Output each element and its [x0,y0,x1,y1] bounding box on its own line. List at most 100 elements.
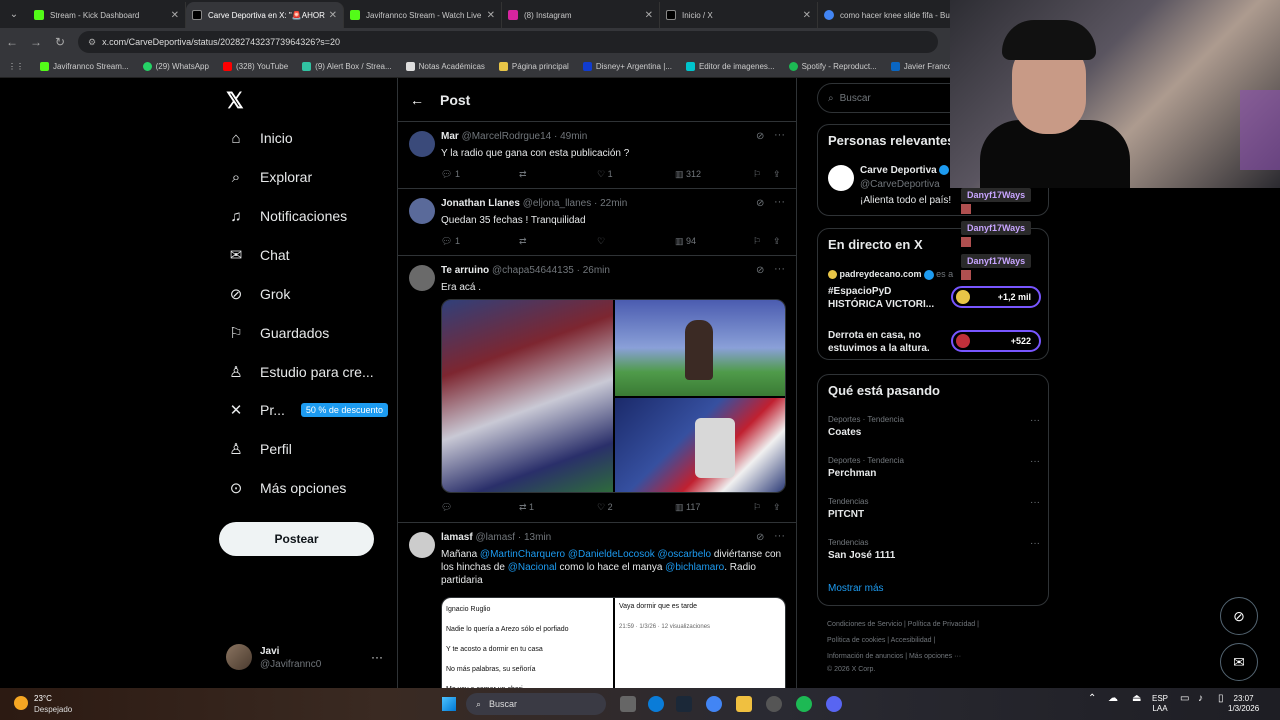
screenshot-image[interactable]: Ignacio Ruglio Nadie lo quería a Arezo s… [442,598,613,688]
nav-profile[interactable]: ♙ Perfil [226,434,292,464]
grok-icon[interactable]: ⊘ [756,198,764,209]
footer-links[interactable]: Política de cookies | Accesibilidad | [827,637,935,644]
views-icon[interactable]: ▥ 312 [675,169,701,180]
close-icon[interactable]: ✕ [329,10,337,21]
reply-icon[interactable]: 💬︎ 1 [441,169,460,180]
avatar[interactable] [409,265,435,291]
bookmark-item[interactable]: Disney+ Argentina |... [582,62,672,71]
repost-icon[interactable]: ⇄ 1 [519,502,534,513]
mention-link[interactable]: @bichlamaro [665,562,724,573]
more-icon[interactable]: ··· [1030,497,1040,508]
reply-item[interactable]: Te arruino @chapa54644135 · 26min ⊘ ··· … [398,257,796,523]
weather-widget[interactable]: 23°C Despejado [14,692,94,716]
reload-icon[interactable]: ↻ [48,35,72,49]
mention-link[interactable]: @DanieldeLocosok [568,549,655,560]
reply-item[interactable]: lamasf @lamasf · 13min ⊘ ··· Mañana @Mar… [398,524,796,688]
close-icon[interactable]: ✕ [487,10,495,21]
tab-search-button[interactable]: ⌄ [0,0,28,28]
photo-trophy[interactable] [615,398,785,492]
more-icon[interactable]: ··· [1030,415,1040,426]
share-icon[interactable]: ⇪ [773,502,781,513]
grok-icon[interactable]: ⊘ [756,131,764,142]
repost-icon[interactable]: ⇄ [519,236,527,247]
like-icon[interactable]: ♡ 2 [597,502,613,513]
close-icon[interactable]: ✕ [645,10,653,21]
bookmark-item[interactable]: Spotify - Reproduct... [788,62,877,71]
nav-premium[interactable]: ✕ Pr... 50 % de descuento [226,395,388,425]
battery-icon[interactable]: ▯ [1218,694,1224,704]
nav-grok[interactable]: ⊘ Grok [226,279,291,309]
live-title[interactable]: Derrota en casa, no estuvimos a la altur… [828,329,950,355]
account-switcher[interactable]: Javi @Javifrannc0 ··· [226,644,386,674]
tab-2[interactable]: Javifrannco Stream - Watch Live ✕ [344,2,502,28]
tab-1[interactable]: Carve Deportiva en X: "🚨AHORA: ✕ [186,2,344,28]
tab-0[interactable]: Stream - Kick Dashboard ✕ [28,2,186,28]
taskview-icon[interactable] [620,696,636,712]
post-button[interactable]: Postear [219,522,374,556]
live-listeners-pill[interactable]: +522 [951,330,1041,352]
nav-bookmarks[interactable]: ⚐ Guardados [226,318,329,348]
bookmark-item[interactable]: (9) Alert Box / Strea... [302,62,392,71]
views-icon[interactable]: ▥ 94 [675,236,696,247]
close-icon[interactable]: ✕ [171,10,179,21]
folder-icon[interactable] [736,696,752,712]
share-icon[interactable]: ⇪ [773,236,781,247]
spotify-icon[interactable] [796,696,812,712]
repost-icon[interactable]: ⇄ [519,169,527,180]
chrome-icon[interactable] [706,696,722,712]
avatar[interactable] [828,165,854,191]
x-logo-icon[interactable]: 𝕏 [226,88,244,114]
live-listeners-pill[interactable]: +1,2 mil [951,286,1041,308]
mention-link[interactable]: @oscarbelo [658,549,712,560]
site-info-icon[interactable]: ⚙ [88,37,96,48]
url-field[interactable]: ⚙ x.com/CarveDeportiva/status/20282743237… [78,31,938,53]
nav-notifications[interactable]: ♫ Notificaciones [226,201,347,231]
bookmark-item[interactable]: Página principal [498,62,569,71]
footer-links[interactable]: Condiciones de Servicio | Política de Pr… [827,621,979,628]
screenshot-image[interactable]: Vaya dormir que es tarde 21:59 · 1/3/26 … [615,598,785,688]
trend-item[interactable]: Tendencias San José 1111 ··· [828,538,1040,574]
edge-icon[interactable] [648,696,664,712]
nav-more-options[interactable]: ⊙ Más opciones [226,473,347,503]
share-icon[interactable]: ⇪ [773,169,781,180]
bookmark-item[interactable]: (29) WhatsApp [142,62,209,71]
more-icon[interactable]: ··· [774,263,785,275]
close-icon[interactable]: ✕ [803,10,811,21]
more-icon[interactable]: ··· [774,129,785,141]
like-icon[interactable]: ♡ [597,236,605,247]
more-icon[interactable]: ··· [371,650,383,664]
like-icon[interactable]: ♡ 1 [597,169,613,180]
reply-item[interactable]: Jonathan Llanes @eljona_llanes · 22min ⊘… [398,190,796,256]
nav-home[interactable]: ⌂ Inicio [226,123,292,153]
back-icon[interactable]: ← [0,35,24,49]
back-arrow-icon[interactable]: ← [410,92,424,108]
trend-item[interactable]: Deportes · Tendencia Coates ··· [828,415,1040,451]
volume-icon[interactable]: ♪ [1198,694,1203,704]
grok-fab-icon[interactable]: ⊘ [1220,597,1258,635]
more-icon[interactable]: ··· [1030,538,1040,549]
apps-icon[interactable]: ⋮⋮ [8,62,24,71]
footer-links[interactable]: Información de anuncios | Más opciones ·… [827,653,961,660]
more-icon[interactable]: ··· [774,530,785,542]
bookmark-item[interactable]: Javifrannco Stream... [40,62,129,71]
avatar[interactable] [409,198,435,224]
nav-creator-studio[interactable]: ♙ Estudio para cre... [226,357,373,387]
steam-icon[interactable] [676,696,692,712]
obs-icon[interactable] [766,696,782,712]
search-input[interactable]: ⌕ Buscar [817,83,967,113]
reply-item[interactable]: Mar @MarcelRodrgue14 · 49min ⊘ ··· Y la … [398,123,796,189]
views-icon[interactable]: ▥ 117 [675,502,700,513]
show-more-link[interactable]: Mostrar más [828,583,884,594]
grok-icon[interactable]: ⊘ [756,265,764,276]
photo-crowd[interactable] [442,300,613,492]
mention-link[interactable]: @Nacional [508,562,557,573]
nav-explore[interactable]: ⌕ Explorar [226,162,312,192]
avatar[interactable] [409,532,435,558]
discord-icon[interactable] [826,696,842,712]
more-icon[interactable]: ··· [1030,456,1040,467]
tab-3[interactable]: (8) Instagram ✕ [502,2,660,28]
clock[interactable]: 23:07 1/3/2026 [1228,694,1259,714]
tray-chevron-icon[interactable]: ⌃ [1088,694,1096,704]
bookmark-item[interactable]: (328) YouTube [222,62,288,71]
mention-link[interactable]: @MartinCharquero [480,549,565,560]
